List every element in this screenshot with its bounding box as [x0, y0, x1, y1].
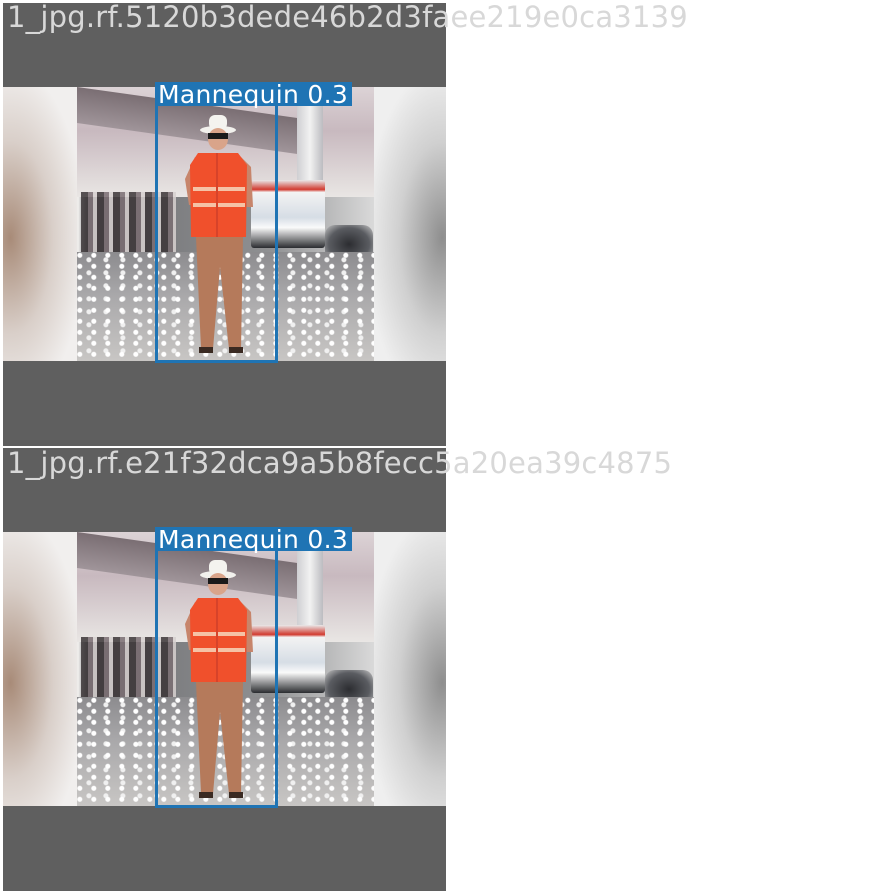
image-filename: 1_jpg.rf.e21f32dca9a5b8fecc5a20ea39c4875: [7, 446, 673, 480]
detection-label: Mannequin 0.3: [155, 80, 353, 109]
detection-confidence: 0.3: [307, 525, 349, 554]
detection-label: Mannequin 0.3: [155, 525, 353, 554]
detection-confidence: 0.3: [307, 80, 349, 109]
detection-class: Mannequin: [158, 80, 300, 109]
detection-tile[interactable]: Mannequin 0.3: [3, 448, 446, 891]
detection-bounding-box[interactable]: [155, 101, 278, 363]
detection-tile[interactable]: Mannequin 0.3: [3, 3, 446, 446]
detection-class: Mannequin: [158, 525, 300, 554]
image-filename: 1_jpg.rf.5120b3dede46b2d3faee219e0ca3139: [7, 0, 688, 34]
detection-bounding-box[interactable]: [155, 546, 278, 808]
